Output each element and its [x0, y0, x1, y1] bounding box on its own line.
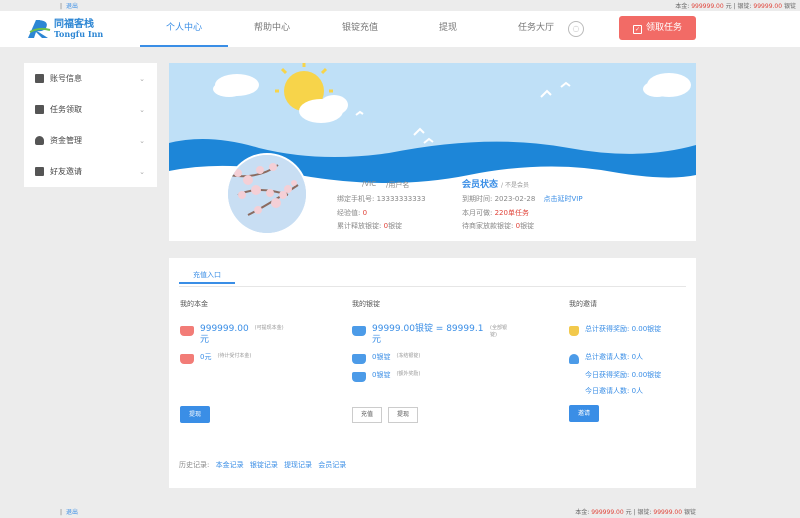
- sidebar-item-funds[interactable]: 资金管理 ⌄: [24, 125, 157, 156]
- header: 同福客栈 Tongfu Inn 个人中心 帮助中心 银锭充值 提现 任务大厅 ◌…: [0, 11, 800, 47]
- logo-icon: [28, 20, 51, 38]
- funds-panel: 充值入口 我的本金 999999.00 元 (可提现本金) 0元 (待计受付本金…: [169, 258, 696, 488]
- footer-bar: | 退出 本金: 999999.00 元 | 银锭: 99999.00 银锭: [60, 509, 696, 516]
- coin-icon: [180, 354, 194, 364]
- logo[interactable]: 同福客栈 Tongfu Inn: [26, 18, 103, 40]
- wait-release-row: 待商家放款银锭: 0银锭: [462, 222, 535, 230]
- sidebar-item-invite[interactable]: 好友邀请 ⌄: [24, 156, 157, 187]
- chevron-down-icon: ⌄: [139, 167, 145, 176]
- invite-total-reward-row: 总计获得奖励: 0.00银锭: [569, 324, 695, 336]
- silver-reward-row: 0银锭 (额外奖励): [352, 370, 420, 382]
- claim-task-button[interactable]: ✓ 领取任务: [619, 16, 696, 40]
- silver-ingot-icon: [352, 372, 366, 382]
- top-bar: | 退出 本金: 999999.00 元 | 银锭: 99999.00 银锭: [60, 3, 796, 10]
- sidebar: 账号信息 ⌄ 任务领取 ⌄ 资金管理 ⌄ 好友邀请 ⌄: [24, 63, 157, 187]
- balance-summary: 本金: 999999.00 元 | 银锭: 99999.00 银锭: [675, 3, 796, 10]
- blossom-image: [228, 155, 306, 233]
- mail-icon: [35, 167, 44, 176]
- invite-button[interactable]: 邀请: [569, 405, 599, 422]
- username: /用户名: [386, 181, 410, 189]
- nav-task-hall[interactable]: 任务大厅: [492, 11, 580, 47]
- silver-pending-row: 0银锭 (冻结银锭): [352, 352, 420, 364]
- capital-title: 我的本金: [180, 300, 208, 308]
- exp-row: 经验值: 0: [337, 209, 368, 217]
- silver-value: 99999.00: [753, 3, 783, 10]
- silver-title: 我的银锭: [352, 300, 380, 308]
- chevron-down-icon: ⌄: [139, 105, 145, 114]
- withdraw-silver-button[interactable]: 提现: [388, 407, 418, 423]
- chevron-down-icon: ⌄: [139, 74, 145, 83]
- notification-bell-icon[interactable]: ◌: [568, 21, 584, 37]
- nav-help-center[interactable]: 帮助中心: [228, 11, 316, 47]
- balance-value: 999999.00: [691, 3, 724, 10]
- nav-personal-center[interactable]: 个人中心: [140, 11, 228, 47]
- gift-icon: [569, 326, 579, 336]
- capital-amount-row: 999999.00 元 (可提现本金): [180, 324, 289, 346]
- logout-link[interactable]: 退出: [66, 3, 78, 10]
- silver-ingot-icon: [352, 354, 366, 364]
- released-row: 累计释放银锭: 0银锭: [337, 222, 403, 230]
- history-capital-link[interactable]: 本金记录: [216, 461, 244, 469]
- history-silver-link[interactable]: 银锭记录: [250, 461, 278, 469]
- history-member-link[interactable]: 会员记录: [318, 461, 346, 469]
- invite-total-people-row: 总计邀请人数: 0人: [569, 352, 643, 364]
- sidebar-item-account[interactable]: 账号信息 ⌄: [24, 63, 157, 94]
- list-icon: [35, 105, 44, 114]
- history-links: 历史记录: 本金记录 银锭记录 提现记录 会员记录: [179, 461, 347, 469]
- extend-vip-link[interactable]: 点击延时VIP: [544, 195, 583, 203]
- recharge-silver-button[interactable]: 充值: [352, 407, 382, 423]
- vip-level: /VIC: [362, 180, 377, 188]
- footer-logout-link[interactable]: 退出: [66, 509, 78, 516]
- person-icon: [569, 354, 579, 364]
- history-withdraw-link[interactable]: 提现记录: [284, 461, 312, 469]
- money-bag-icon: [35, 136, 44, 145]
- chevron-down-icon: ⌄: [139, 136, 145, 145]
- avatar[interactable]: [226, 153, 308, 235]
- calendar-icon: ✓: [632, 25, 642, 34]
- invite-today-reward: 今日获得奖励: 0.00银锭: [585, 371, 662, 379]
- capital-frozen-row: 0元 (待计受付本金): [180, 352, 251, 364]
- invite-title: 我的邀请: [569, 300, 597, 308]
- expire-row: 到期时间: 2023-02-28 点击延时VIP: [462, 195, 583, 203]
- footer-balance-summary: 本金: 999999.00 元 | 银锭: 99999.00 银锭: [575, 509, 696, 516]
- main-nav: 个人中心 帮助中心 银锭充值 提现 任务大厅: [140, 11, 580, 47]
- user-icon: [35, 74, 44, 83]
- nav-recharge[interactable]: 银锭充值: [316, 11, 404, 47]
- nav-withdraw[interactable]: 提现: [404, 11, 492, 47]
- sidebar-item-tasks[interactable]: 任务领取 ⌄: [24, 94, 157, 125]
- coin-icon: [180, 326, 194, 336]
- logo-text-en: Tongfu Inn: [54, 29, 104, 39]
- silver-amount-row: 99999.00银锭 = 89999.1 元 (全部银锭): [352, 324, 510, 346]
- tab-recharge-entry[interactable]: 充值入口: [179, 264, 235, 284]
- profile-card: /VIC /用户名 绑定手机号: 13333333333 经验值: 0 累计释放…: [169, 63, 696, 241]
- invite-today-people: 今日邀请人数: 0人: [585, 387, 644, 395]
- monthly-row: 本月可做: 220单任务: [462, 209, 529, 217]
- silver-ingot-icon: [352, 326, 366, 336]
- withdraw-capital-button[interactable]: 提现: [180, 406, 210, 423]
- member-status: 会员状态 / 不是会员: [462, 180, 529, 190]
- phone-row: 绑定手机号: 13333333333: [337, 195, 426, 203]
